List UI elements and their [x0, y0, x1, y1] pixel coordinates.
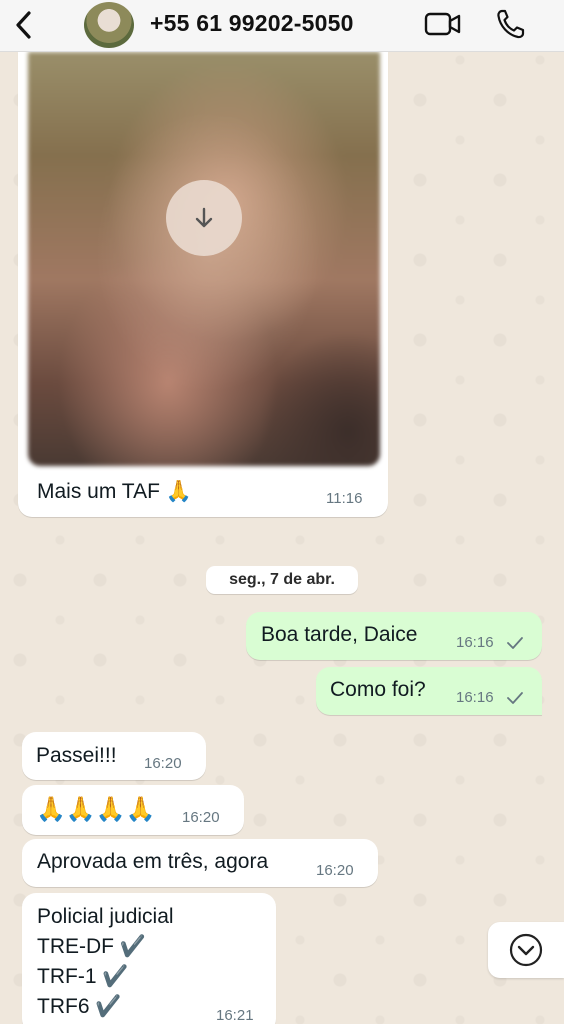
message-time: 16:20: [144, 755, 182, 772]
incoming-message[interactable]: 🙏🙏🙏🙏 16:20: [22, 785, 244, 835]
message-time: 16:20: [182, 809, 220, 826]
image-message[interactable]: Mais um TAF 🙏 11:16: [18, 52, 388, 517]
message-line: TRE-DF ✔️: [37, 935, 146, 958]
arrow-down-icon: [195, 207, 213, 228]
download-button[interactable]: [166, 180, 242, 256]
outgoing-message[interactable]: Boa tarde, Daice 16:16: [246, 612, 542, 660]
chevron-down-circle-icon: [509, 933, 543, 967]
message-text: 🙏🙏🙏🙏: [36, 796, 156, 823]
message-time: 11:16: [326, 490, 363, 507]
message-time: 16:16: [456, 634, 494, 651]
video-call-button[interactable]: [424, 10, 462, 38]
sent-check-icon: [507, 637, 523, 649]
phone-icon: [497, 9, 525, 39]
incoming-message[interactable]: Policial judicial TRE-DF ✔️ TRF-1 ✔️ TRF…: [22, 893, 276, 1024]
outgoing-message[interactable]: Como foi? 16:16: [316, 667, 542, 715]
voice-call-button[interactable]: [496, 8, 526, 40]
incoming-message[interactable]: Passei!!! 16:20: [22, 732, 206, 780]
message-text: Passei!!!: [36, 744, 117, 767]
photo-overlay: [28, 52, 380, 466]
message-text: Boa tarde, Daice: [261, 623, 418, 646]
message-line: TRF6 ✔️: [37, 995, 122, 1018]
message-text: Como foi?: [330, 678, 426, 701]
contact-name[interactable]: +55 61 99202-5050: [150, 10, 354, 37]
message-line: Policial judicial: [37, 905, 174, 928]
avatar[interactable]: [84, 2, 134, 48]
message-time: 16:16: [456, 689, 494, 706]
image-caption: Mais um TAF 🙏: [37, 480, 192, 503]
video-camera-icon: [424, 12, 461, 36]
scroll-to-bottom-button[interactable]: [488, 922, 564, 978]
incoming-message[interactable]: Aprovada em três, agora 16:20: [22, 839, 378, 887]
back-button[interactable]: [8, 8, 40, 42]
message-line: TRF-1 ✔️: [37, 965, 129, 988]
date-separator: seg., 7 de abr.: [206, 566, 358, 594]
chevron-left-icon: [16, 11, 31, 39]
message-text: Policial judicial TRE-DF ✔️ TRF-1 ✔️ TRF…: [37, 902, 174, 1022]
message-time: 16:21: [216, 1007, 254, 1024]
chat-header: +55 61 99202-5050: [0, 0, 564, 52]
message-text: Aprovada em três, agora: [37, 850, 269, 873]
sent-check-icon: [507, 692, 523, 704]
message-time: 16:20: [316, 862, 354, 879]
